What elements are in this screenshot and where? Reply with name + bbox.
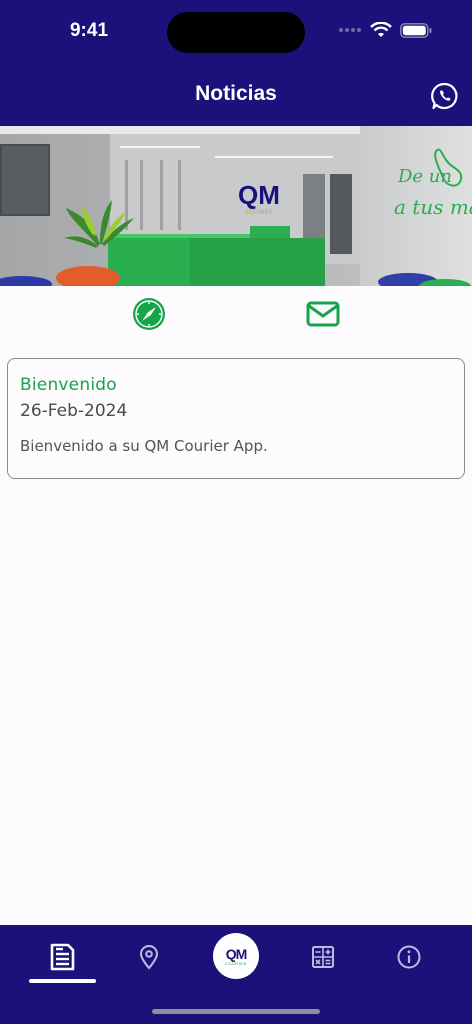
calculator-icon [312, 946, 334, 968]
active-tab-indicator [29, 979, 96, 983]
status-icons [338, 22, 432, 38]
envelope-icon[interactable] [305, 296, 341, 332]
news-icon [50, 943, 75, 971]
banner-logo-sub: COURIER [245, 210, 273, 216]
battery-icon [400, 22, 432, 38]
quick-actions [0, 296, 472, 332]
compass-icon[interactable] [131, 296, 167, 332]
office-illustration: QM COURIER De un a tus manos [0, 126, 472, 286]
wifi-icon [370, 22, 392, 37]
news-body: Bienvenido a su QM Courier App. [20, 437, 268, 455]
news-card[interactable]: Bienvenido 26-Feb-2024 Bienvenido a su Q… [7, 358, 465, 479]
banner-logo: QM [238, 180, 280, 210]
wall-text-1: De un [397, 166, 452, 187]
news-title: Bienvenido [20, 375, 117, 395]
logo-sub-text: COURIER [225, 960, 247, 966]
tab-home-logo[interactable]: QM COURIER [213, 933, 259, 979]
whatsapp-icon[interactable] [430, 81, 460, 111]
dynamic-island [167, 12, 305, 53]
page-title: Noticias [195, 82, 277, 105]
tab-info[interactable] [389, 939, 429, 975]
info-icon [397, 945, 421, 969]
app-header: 9:41 Noticias [0, 0, 472, 126]
news-date: 26-Feb-2024 [20, 401, 128, 421]
tab-locations[interactable] [129, 939, 169, 975]
location-pin-icon [139, 945, 159, 970]
home-indicator[interactable] [152, 1009, 320, 1014]
wall-text-2: a tus manos [394, 195, 472, 219]
tab-news[interactable] [42, 939, 82, 975]
status-time: 9:41 [69, 20, 109, 41]
logo-text: QM [225, 945, 248, 962]
tab-calculator[interactable] [303, 939, 343, 975]
signal-icon [339, 28, 361, 32]
banner-image: QM COURIER De un a tus manos [0, 126, 472, 286]
